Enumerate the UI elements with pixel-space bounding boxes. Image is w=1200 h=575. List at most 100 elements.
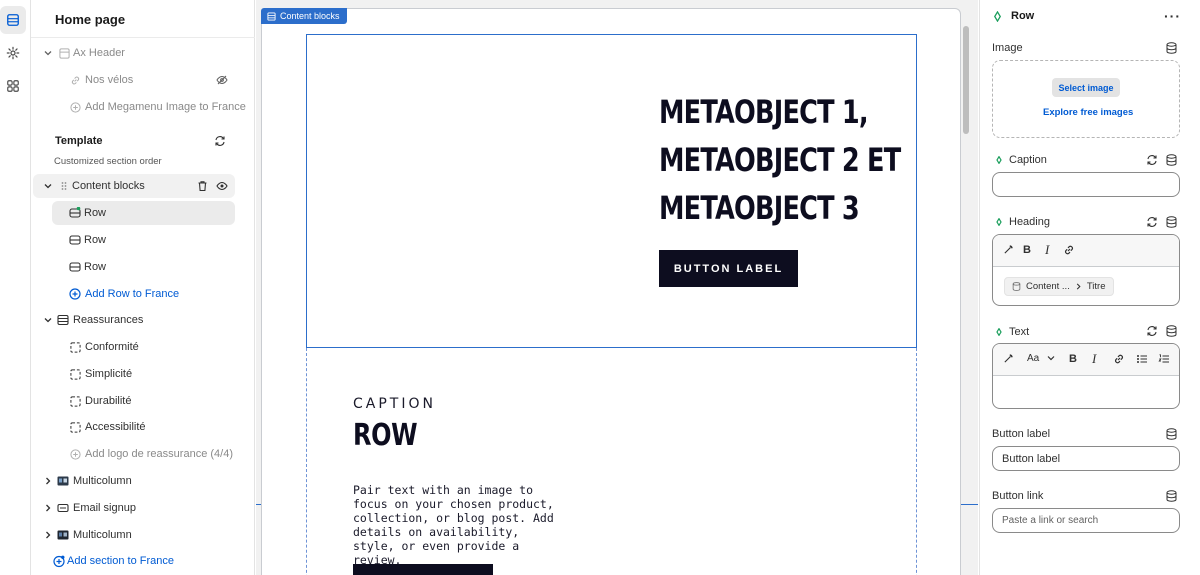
section-email-signup[interactable]: Email signup bbox=[31, 496, 255, 520]
trash-icon[interactable] bbox=[196, 180, 208, 192]
chevron-down-icon[interactable] bbox=[1047, 353, 1055, 365]
text-label: Text bbox=[995, 326, 1029, 338]
frame-icon bbox=[69, 395, 81, 407]
link-icon[interactable] bbox=[1063, 244, 1075, 259]
chevron-right-icon[interactable] bbox=[43, 503, 53, 513]
add-label: Add Row to France bbox=[85, 288, 180, 300]
selected-section-tag[interactable]: Content blocks bbox=[261, 8, 347, 24]
add-label: Add logo de reassurance (4/4) bbox=[85, 448, 233, 460]
database-icon[interactable] bbox=[1165, 216, 1177, 228]
chip-field: Titre bbox=[1086, 281, 1106, 292]
row-icon bbox=[69, 207, 81, 219]
heading-label-text: Heading bbox=[1009, 216, 1050, 228]
section-label: Multicolumn bbox=[73, 529, 132, 541]
sections-nav-button[interactable] bbox=[0, 6, 26, 34]
block-row-1[interactable]: Row bbox=[52, 201, 235, 225]
text-style-dropdown[interactable]: Aa bbox=[1027, 353, 1039, 364]
row-button[interactable] bbox=[353, 564, 493, 575]
more-options-icon[interactable]: ··· bbox=[1164, 8, 1181, 24]
button-link-input[interactable]: Paste a link or search bbox=[992, 508, 1180, 533]
plus-circle-icon bbox=[53, 555, 65, 567]
caption-input[interactable] bbox=[992, 172, 1180, 197]
left-rail bbox=[0, 0, 31, 575]
database-icon[interactable] bbox=[1165, 42, 1177, 54]
add-row-button[interactable]: Add Row to France bbox=[31, 282, 255, 306]
sync-icon[interactable] bbox=[214, 135, 226, 147]
magic-wand-icon[interactable] bbox=[1003, 353, 1014, 367]
block-row-2[interactable]: Row bbox=[31, 228, 255, 252]
section-label: Ax Header bbox=[73, 47, 125, 59]
database-icon[interactable] bbox=[1165, 325, 1177, 337]
section-label: Content blocks bbox=[72, 180, 145, 192]
link-icon bbox=[69, 74, 81, 86]
scrollbar-thumb[interactable] bbox=[963, 26, 969, 134]
bullet-list-icon[interactable] bbox=[1136, 353, 1148, 368]
sync-icon[interactable] bbox=[1146, 325, 1158, 337]
preview-canvas[interactable]: Content blocks METAOBJECT 1, METAOBJECT … bbox=[256, 0, 978, 575]
select-image-button[interactable]: Select image bbox=[1052, 78, 1120, 97]
button-label-input[interactable]: Button label bbox=[992, 446, 1180, 471]
section-reassurances[interactable]: Reassurances bbox=[31, 308, 255, 332]
italic-button[interactable]: I bbox=[1045, 242, 1049, 258]
chip-source: Content ... bbox=[1026, 281, 1070, 292]
chevron-right-icon[interactable] bbox=[43, 530, 53, 540]
section-icon bbox=[267, 11, 276, 21]
chevron-down-icon[interactable] bbox=[43, 48, 53, 58]
bold-button[interactable]: B bbox=[1069, 353, 1077, 365]
eye-icon[interactable] bbox=[216, 180, 228, 192]
section-ax-header[interactable]: Ax Header bbox=[31, 41, 255, 65]
text-rich-text-editor[interactable]: Aa B I bbox=[992, 343, 1180, 409]
database-icon bbox=[1012, 282, 1021, 291]
numbered-list-icon[interactable] bbox=[1158, 353, 1170, 368]
heading-line: METAOBJECT 2 ET bbox=[659, 141, 901, 179]
chevron-down-icon[interactable] bbox=[43, 315, 53, 325]
row-icon bbox=[69, 261, 81, 273]
sync-icon[interactable] bbox=[1146, 154, 1158, 166]
email-icon bbox=[57, 502, 69, 514]
bold-button[interactable]: B bbox=[1023, 244, 1031, 256]
apps-nav-button[interactable] bbox=[0, 72, 26, 100]
row-text: Pair text with an image to focus on your… bbox=[353, 483, 554, 567]
row-heading[interactable]: METAOBJECT 1, METAOBJECT 2 ET METAOBJECT… bbox=[659, 88, 901, 232]
block-accessibilite[interactable]: Accessibilité bbox=[31, 415, 255, 439]
dynamic-source-chip[interactable]: Content ... Titre bbox=[1004, 277, 1114, 296]
italic-button[interactable]: I bbox=[1092, 351, 1096, 367]
button-label-label: Button label bbox=[992, 428, 1051, 440]
magic-wand-icon[interactable] bbox=[1003, 244, 1014, 258]
block-row-3[interactable]: Row bbox=[31, 255, 255, 279]
database-icon[interactable] bbox=[1165, 490, 1177, 502]
eye-off-icon[interactable] bbox=[216, 74, 228, 86]
block-nos-velos[interactable]: Nos vélos bbox=[31, 68, 255, 92]
explore-free-images-link[interactable]: Explore free images bbox=[1043, 107, 1133, 118]
image-dropzone[interactable] bbox=[992, 60, 1180, 138]
link-icon[interactable] bbox=[1113, 353, 1125, 368]
add-section-button[interactable]: Add section to France bbox=[31, 549, 255, 573]
heading-toolbar: B I bbox=[993, 235, 1179, 267]
heading-rich-text-editor[interactable]: B I Content ... Titre bbox=[992, 234, 1180, 306]
plus-circle-icon bbox=[69, 448, 81, 460]
section-multicolumn-2[interactable]: Multicolumn bbox=[31, 523, 255, 547]
block-simplicite[interactable]: Simplicité bbox=[31, 362, 255, 386]
add-megamenu-image-button[interactable]: Add Megamenu Image to France bbox=[31, 95, 255, 119]
settings-nav-button[interactable] bbox=[0, 39, 26, 67]
drag-handle-icon[interactable] bbox=[58, 180, 70, 192]
header-icon bbox=[58, 47, 70, 59]
chevron-right-icon[interactable] bbox=[43, 476, 53, 486]
template-subtitle: Customized section order bbox=[54, 156, 162, 167]
database-icon[interactable] bbox=[1165, 154, 1177, 166]
section-content-blocks[interactable]: Content blocks bbox=[33, 174, 235, 198]
block-conformite[interactable]: Conformité bbox=[31, 335, 255, 359]
block-label: Simplicité bbox=[85, 368, 133, 380]
chevron-down-icon[interactable] bbox=[43, 181, 53, 191]
block-durabilite[interactable]: Durabilité bbox=[31, 389, 255, 413]
sync-icon[interactable] bbox=[1146, 216, 1158, 228]
sections-icon bbox=[7, 14, 19, 26]
section-label: Multicolumn bbox=[73, 475, 132, 487]
row-button[interactable]: BUTTON LABEL bbox=[659, 250, 798, 287]
section-multicolumn-1[interactable]: Multicolumn bbox=[31, 469, 255, 493]
button-link-label: Button link bbox=[992, 490, 1044, 502]
plus-circle-icon bbox=[69, 101, 81, 113]
database-icon[interactable] bbox=[1165, 428, 1177, 440]
block-label: Conformité bbox=[85, 341, 139, 353]
dynamic-source-icon bbox=[996, 218, 1002, 226]
